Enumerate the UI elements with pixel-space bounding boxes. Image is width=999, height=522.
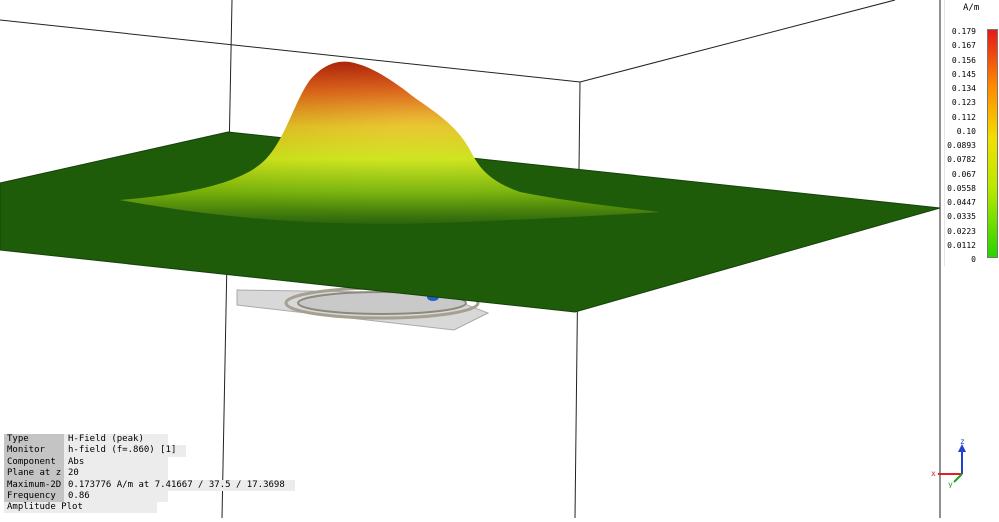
legend-tick-label: 0.067 <box>951 169 976 179</box>
legend-tick-label: 0.0223 <box>947 226 976 236</box>
legend-tick-label: 0.0447 <box>947 198 976 207</box>
legend-tick-label: 0.112 <box>951 112 976 122</box>
legend-tick-label: 0.179 <box>951 27 976 36</box>
x-axis-label: x <box>931 469 936 478</box>
info-key: Maximum-2D <box>4 479 64 491</box>
y-axis <box>953 473 963 483</box>
legend-tick-label: 0.10 <box>956 126 976 136</box>
plot-info-panel: Type H-Field (peak) Monitor h-field (f=.… <box>4 434 295 514</box>
legend-tick-label: 0.0893 <box>947 141 976 150</box>
info-row-component: Component Abs <box>4 456 295 469</box>
info-value: 0.173776 A/m at 7.41667 / 37.5 / 17.3698 <box>64 479 295 491</box>
legend-tick-label: 0.156 <box>951 55 976 65</box>
info-row-frequency: Frequency 0.86 <box>4 490 295 503</box>
legend-tick-label: 0.0112 <box>947 240 976 250</box>
legend-tick-label: 0.0558 <box>947 183 976 193</box>
z-axis-label: z <box>960 438 965 446</box>
info-row-plane: Plane at z 20 <box>4 468 295 480</box>
legend-unit: A/m <box>963 3 980 13</box>
legend-tick-label: 0.0335 <box>947 212 976 222</box>
info-row-maximum: Maximum-2D 0.173776 A/m at 7.41667 / 37.… <box>4 479 295 491</box>
color-legend: A/m 0.179 0.167 0.156 0.145 0.134 0.123 0.112 0… <box>944 0 999 266</box>
legend-color-bar <box>987 29 998 258</box>
info-key: Monitor <box>4 445 64 457</box>
legend-tick-label: 0.0782 <box>947 155 976 165</box>
info-value: 20 <box>64 468 168 480</box>
info-key: Component <box>4 456 64 469</box>
info-key: Plane at z <box>4 468 64 480</box>
legend-tick-label: 0.134 <box>951 84 976 93</box>
legend-tick-label: 0.167 <box>951 41 976 51</box>
y-axis-label: y <box>948 480 953 488</box>
info-key: Type <box>4 434 64 446</box>
info-value: Abs <box>64 456 168 469</box>
info-key: Frequency <box>4 490 64 503</box>
info-value: H-Field (peak) <box>64 434 168 446</box>
legend-tick-label: 0 <box>971 255 976 264</box>
info-value: h-field (f=.860) [1] <box>64 445 187 457</box>
info-row-type: Type H-Field (peak) <box>4 434 295 446</box>
info-value: 0.86 <box>64 490 168 503</box>
info-row-monitor: Monitor h-field (f=.860) [1] <box>4 445 295 457</box>
plot-mode-label: Amplitude Plot <box>4 502 157 514</box>
legend-tick-label: 0.123 <box>951 98 976 108</box>
axes-triad[interactable]: z x y <box>926 437 971 489</box>
legend-tick-label: 0.145 <box>951 69 976 79</box>
